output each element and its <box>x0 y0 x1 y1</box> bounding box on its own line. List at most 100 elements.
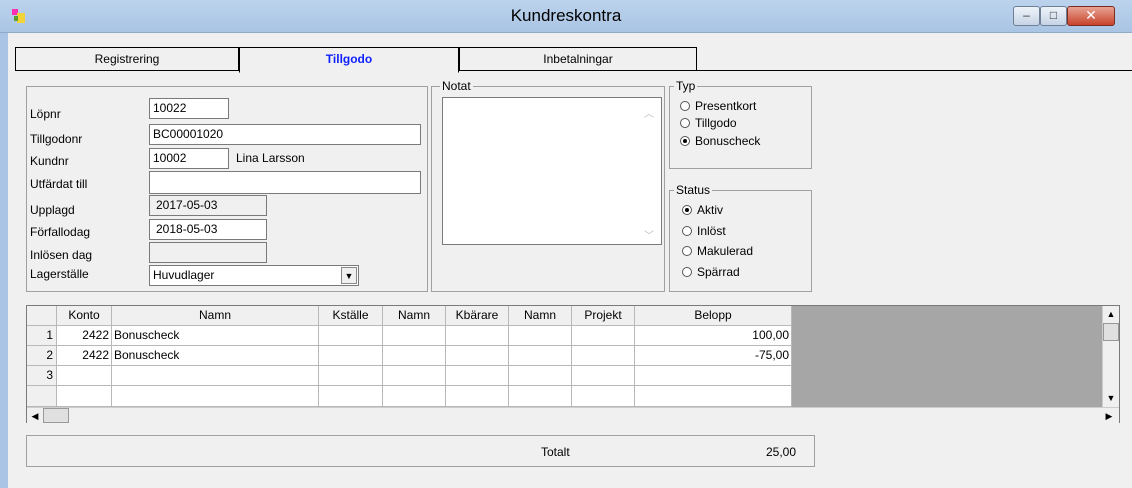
scroll-up-icon[interactable]: ︿ <box>644 105 654 120</box>
minimize-icon: – <box>1023 8 1030 22</box>
upplagd-label: Upplagd <box>30 203 75 217</box>
radio-icon <box>682 267 692 277</box>
totals-label: Totalt <box>541 445 570 459</box>
radio-icon <box>682 226 692 236</box>
scroll-left-arrow-icon[interactable]: ◀ <box>27 408 43 424</box>
tab-divider <box>15 70 1132 71</box>
cell-empty[interactable] <box>446 326 509 346</box>
cell-konto[interactable]: 2422 <box>57 346 112 366</box>
scroll-down-arrow-icon[interactable]: ▼ <box>1103 390 1119 406</box>
cell-belopp[interactable]: 100,00 <box>635 326 792 346</box>
radio-aktiv[interactable]: Aktiv <box>682 203 723 217</box>
radio-bonuscheck[interactable]: Bonuscheck <box>680 134 760 148</box>
row-header[interactable]: 3 <box>27 366 57 386</box>
col-header-kbarare-namn[interactable]: Namn <box>509 306 572 326</box>
scroll-up-arrow-icon[interactable]: ▲ <box>1103 306 1119 322</box>
horizontal-scrollbar[interactable]: ◀ ▶ <box>27 407 1119 423</box>
row-header[interactable]: 2 <box>27 346 57 366</box>
cell-empty[interactable] <box>112 386 319 407</box>
cell-empty[interactable] <box>509 326 572 346</box>
radio-makulerad[interactable]: Makulerad <box>682 244 753 258</box>
status-label: Status <box>674 183 713 197</box>
horizontal-scroll-thumb[interactable] <box>43 408 69 423</box>
cell-namn[interactable] <box>112 366 319 386</box>
radio-icon <box>680 101 690 111</box>
kundnr-field[interactable]: 10002 <box>149 148 229 169</box>
typ-label: Typ <box>674 79 698 93</box>
col-header-belopp[interactable]: Belopp <box>635 306 792 326</box>
title-bar: Kundreskontra – □ ✕ <box>0 0 1132 33</box>
forfallodag-label: Förfallodag <box>30 225 91 239</box>
maximize-button[interactable]: □ <box>1040 6 1067 26</box>
maximize-icon: □ <box>1049 8 1058 22</box>
col-header-kbarare[interactable]: Kbärare <box>446 306 509 326</box>
inlosen-dag-label: Inlösen dag <box>30 248 93 262</box>
accounts-grid[interactable]: Konto Namn Kställe Namn Kbärare Namn Pro… <box>26 305 1120 423</box>
tillgodonr-field[interactable]: BC00001020 <box>149 124 421 145</box>
row-header-partial[interactable] <box>27 386 57 407</box>
cell-empty[interactable] <box>383 346 446 366</box>
cell-empty[interactable] <box>319 366 383 386</box>
radio-presentkort[interactable]: Presentkort <box>680 99 756 113</box>
radio-icon <box>680 118 690 128</box>
cell-namn[interactable]: Bonuscheck <box>112 346 319 366</box>
cell-empty[interactable] <box>446 346 509 366</box>
col-header-projekt[interactable]: Projekt <box>572 306 635 326</box>
cell-empty[interactable] <box>509 366 572 386</box>
scroll-down-icon[interactable]: ﹀ <box>644 227 654 242</box>
tab-registrering[interactable]: Registrering <box>15 47 239 71</box>
cell-empty[interactable] <box>509 346 572 366</box>
kundnr-label: Kundnr <box>30 154 69 168</box>
radio-inlost[interactable]: Inlöst <box>682 224 726 238</box>
radio-tillgodo[interactable]: Tillgodo <box>680 116 737 130</box>
tab-inbetalningar[interactable]: Inbetalningar <box>459 47 697 71</box>
status-panel: Status Aktiv Inlöst Makulerad Spärrad <box>669 183 812 292</box>
minimize-button[interactable]: – <box>1013 6 1040 26</box>
lagerstalle-select[interactable]: Huvudlager ▼ <box>149 265 359 286</box>
col-header-namn[interactable]: Namn <box>112 306 319 326</box>
tab-tillgodo[interactable]: Tillgodo <box>239 47 459 73</box>
totals-panel: Totalt 25,00 <box>26 435 815 467</box>
close-button[interactable]: ✕ <box>1067 6 1115 26</box>
cell-empty[interactable] <box>319 386 383 407</box>
vertical-scroll-thumb[interactable] <box>1103 323 1119 341</box>
cell-empty[interactable] <box>446 386 509 407</box>
cell-empty[interactable] <box>572 326 635 346</box>
cell-empty[interactable] <box>572 386 635 407</box>
col-header-konto[interactable]: Konto <box>57 306 112 326</box>
cell-konto[interactable] <box>57 366 112 386</box>
col-header-kstalle-namn[interactable]: Namn <box>383 306 446 326</box>
cell-belopp[interactable] <box>635 366 792 386</box>
cell-namn[interactable]: Bonuscheck <box>112 326 319 346</box>
cell-belopp[interactable]: -75,00 <box>635 346 792 366</box>
cell-konto[interactable]: 2422 <box>57 326 112 346</box>
chevron-down-icon[interactable]: ▼ <box>341 267 357 284</box>
cell-empty[interactable] <box>509 386 572 407</box>
cell-empty[interactable] <box>446 366 509 386</box>
tillgodonr-label: Tillgodonr <box>30 132 83 146</box>
cell-empty[interactable] <box>572 366 635 386</box>
radio-sparrad[interactable]: Spärrad <box>682 265 740 279</box>
col-header-kstalle[interactable]: Kställe <box>319 306 383 326</box>
cell-empty[interactable] <box>383 366 446 386</box>
radio-selected-icon <box>682 205 692 215</box>
lopnr-field[interactable]: 10022 <box>149 98 229 119</box>
cell-empty[interactable] <box>319 346 383 366</box>
cell-empty[interactable] <box>572 346 635 366</box>
utfardat-till-label: Utfärdat till <box>30 177 88 191</box>
cell-empty[interactable] <box>383 326 446 346</box>
scroll-right-arrow-icon[interactable]: ▶ <box>1101 408 1117 424</box>
vertical-scrollbar[interactable]: ▲ ▼ <box>1102 306 1119 408</box>
notat-label: Notat <box>440 79 473 93</box>
radio-icon <box>682 246 692 256</box>
cell-empty[interactable] <box>57 386 112 407</box>
inlosen-dag-field <box>149 242 267 263</box>
notat-textarea[interactable] <box>442 97 662 245</box>
lopnr-label: Löpnr <box>30 107 61 121</box>
cell-empty[interactable] <box>383 386 446 407</box>
cell-empty[interactable] <box>319 326 383 346</box>
utfardat-till-field[interactable] <box>149 171 421 194</box>
cell-empty[interactable] <box>635 386 792 407</box>
row-header[interactable]: 1 <box>27 326 57 346</box>
forfallodag-field[interactable]: 2018-05-03 <box>149 219 267 240</box>
